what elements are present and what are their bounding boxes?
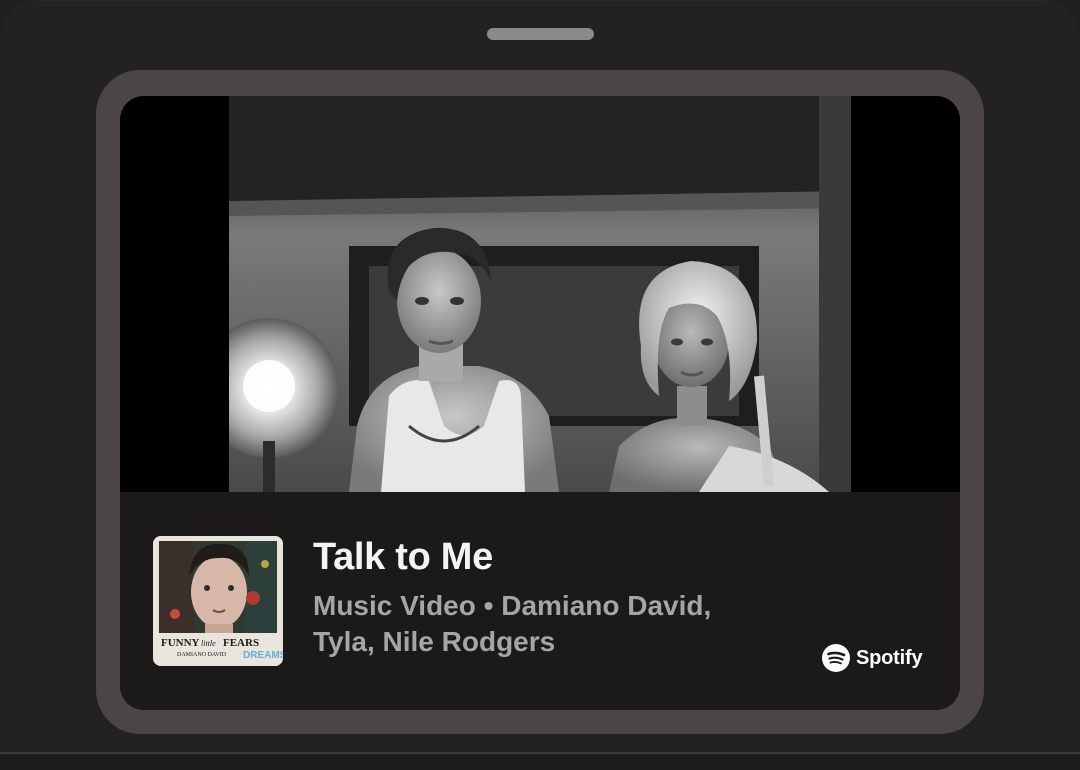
track-subtitle-line2: Tyla, Nile Rodgers <box>313 626 556 657</box>
spotify-wordmark: Spotify <box>856 646 923 669</box>
album-title-dreams: DREAMS <box>243 650 283 661</box>
video-still <box>229 96 851 492</box>
track-title: Talk to Me <box>313 536 493 578</box>
track-subtitle-line1: Music Video • Damiano David, <box>313 590 712 621</box>
spotify-brand: Spotify <box>822 644 923 672</box>
album-cover[interactable]: FUNNY little FEARS DAMIANO DAVID DREAMS <box>153 536 283 666</box>
music-video-preview[interactable] <box>120 96 960 492</box>
track-info: FUNNY little FEARS DAMIANO DAVID DREAMS … <box>120 492 960 710</box>
album-title-little: little <box>201 639 216 648</box>
share-card[interactable]: FUNNY little FEARS DAMIANO DAVID DREAMS … <box>120 96 960 710</box>
drag-handle[interactable] <box>487 28 594 40</box>
track-subtitle: Music Video • Damiano David, Tyla, Nile … <box>313 588 793 660</box>
album-cover-art: FUNNY little FEARS DAMIANO DAVID DREAMS <box>153 536 283 666</box>
album-title-funny: FUNNY <box>161 637 200 649</box>
spotify-logo-icon <box>822 644 850 672</box>
album-title-fears: FEARS <box>223 637 259 649</box>
album-artist-name: DAMIANO DAVID <box>177 652 227 658</box>
bottom-edge <box>0 752 1080 770</box>
video-still-image <box>229 96 851 492</box>
bottom-sheet: FUNNY little FEARS DAMIANO DAVID DREAMS … <box>0 0 1080 770</box>
